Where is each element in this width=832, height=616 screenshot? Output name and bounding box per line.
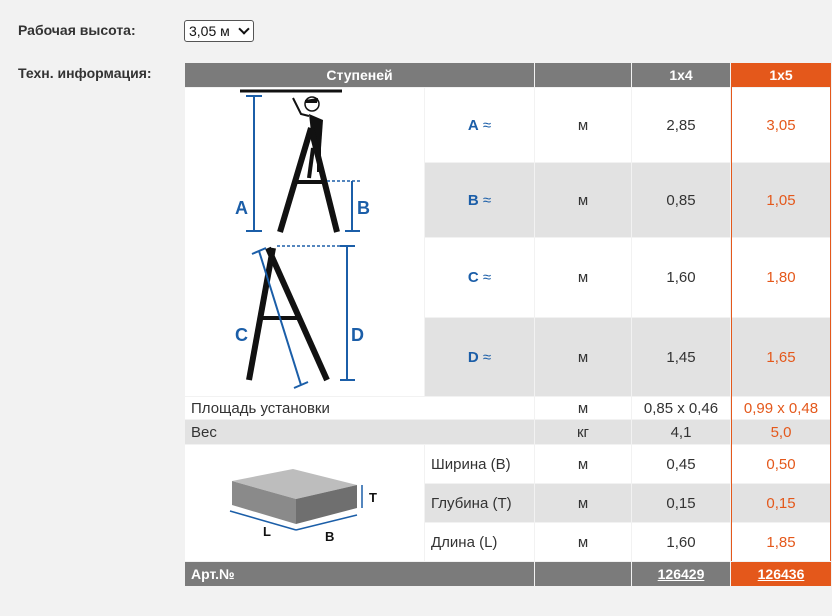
pack-depth-1x4: 0,15 bbox=[632, 484, 730, 522]
article-label: Арт.№ bbox=[185, 562, 534, 586]
pack-depth-1x5: 0,15 bbox=[731, 484, 831, 522]
dim-b-unit: м bbox=[535, 163, 631, 237]
dim-b-1x5: 1,05 bbox=[731, 163, 831, 237]
label-d: D bbox=[351, 325, 364, 345]
weight-label: Вес bbox=[185, 420, 534, 444]
dim-a-label: A ≈ bbox=[425, 88, 534, 162]
article-unit bbox=[535, 562, 631, 586]
working-height-select[interactable]: 3,05 м bbox=[184, 20, 254, 42]
pack-length-1x5: 1,85 bbox=[731, 523, 831, 561]
area-unit: м bbox=[535, 397, 631, 419]
pack-length-label: Длина (L) bbox=[425, 523, 534, 561]
pack-width-label: Ширина (B) bbox=[425, 445, 534, 483]
label-b: B bbox=[357, 198, 370, 218]
dim-a-unit: м bbox=[535, 88, 631, 162]
dim-d-unit: м bbox=[535, 318, 631, 396]
dim-d-1x4: 1,45 bbox=[632, 318, 730, 396]
dim-a-1x4: 2,85 bbox=[632, 88, 730, 162]
dim-c-label: C ≈ bbox=[425, 238, 534, 317]
pack-depth-unit: м bbox=[535, 484, 631, 522]
dim-d-1x5: 1,65 bbox=[731, 318, 831, 396]
header-1x5: 1x5 bbox=[731, 63, 831, 87]
dim-d-label: D ≈ bbox=[425, 318, 534, 396]
dim-b-1x4: 0,85 bbox=[632, 163, 730, 237]
article-link-1x5[interactable]: 126436 bbox=[731, 562, 831, 586]
weight-1x4: 4,1 bbox=[632, 420, 730, 444]
box-label-t: T bbox=[369, 490, 377, 505]
tech-info-label: Техн. информация: bbox=[18, 65, 152, 81]
pack-depth-label: Глубина (T) bbox=[425, 484, 534, 522]
area-label: Площадь установки bbox=[185, 397, 534, 419]
header-steps: Ступеней bbox=[185, 63, 534, 87]
chevron-down-icon bbox=[238, 23, 250, 35]
dim-a-1x5: 3,05 bbox=[731, 88, 831, 162]
dim-b-label: B ≈ bbox=[425, 163, 534, 237]
package-diagram: T L B bbox=[229, 469, 377, 544]
box-label-b: B bbox=[325, 529, 334, 544]
package-diagram-cell: T L B bbox=[185, 445, 424, 561]
header-1x4: 1x4 bbox=[632, 63, 730, 87]
label-a: A bbox=[235, 198, 248, 218]
pack-width-1x4: 0,45 bbox=[632, 445, 730, 483]
label-c: C bbox=[235, 325, 248, 345]
ladder-diagram-cell: A B D C bbox=[185, 88, 424, 396]
working-height-label: Рабочая высота: bbox=[18, 22, 136, 38]
pack-length-1x4: 1,60 bbox=[632, 523, 730, 561]
pack-length-unit: м bbox=[535, 523, 631, 561]
weight-1x5: 5,0 bbox=[731, 420, 831, 444]
dim-c-unit: м bbox=[535, 238, 631, 317]
area-1x4: 0,85 x 0,46 bbox=[632, 397, 730, 419]
box-label-l: L bbox=[263, 524, 271, 539]
dim-c-1x4: 1,60 bbox=[632, 238, 730, 317]
working-height-value: 3,05 м bbox=[189, 23, 230, 39]
dim-c-1x5: 1,80 bbox=[731, 238, 831, 317]
header-unit bbox=[535, 63, 631, 87]
pack-width-unit: м bbox=[535, 445, 631, 483]
area-1x5: 0,99 x 0,48 bbox=[731, 397, 831, 419]
article-link-1x4[interactable]: 126429 bbox=[632, 562, 730, 586]
ladder-diagram: A B D C bbox=[235, 89, 370, 389]
pack-width-1x5: 0,50 bbox=[731, 445, 831, 483]
weight-unit: кг bbox=[535, 420, 631, 444]
